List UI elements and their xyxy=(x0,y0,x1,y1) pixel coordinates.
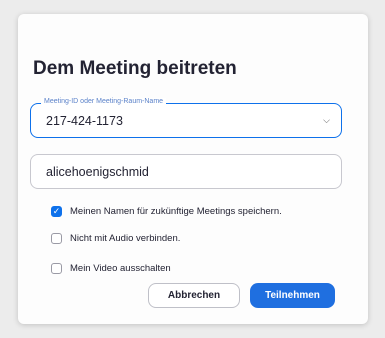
video-off-label: Mein Video ausschalten xyxy=(70,263,171,274)
cancel-button[interactable]: Abbrechen xyxy=(148,283,240,308)
no-audio-option[interactable]: Nicht mit Audio verbinden. xyxy=(51,233,180,244)
name-field[interactable]: alicehoenigschmid xyxy=(30,154,342,189)
remember-name-checkbox[interactable]: ✓ xyxy=(51,206,62,217)
name-value[interactable]: alicehoenigschmid xyxy=(46,165,149,179)
meeting-id-value[interactable]: 217-424-1173 xyxy=(46,114,123,128)
chevron-down-icon[interactable]: ⌵ xyxy=(323,115,330,125)
meeting-id-field-label: Meeting-ID oder Meeting-Raum-Name xyxy=(41,98,167,105)
meeting-id-field[interactable]: Meeting-ID oder Meeting-Raum-Name 217-42… xyxy=(30,98,342,138)
remember-name-option[interactable]: ✓ Meinen Namen für zukünftige Meetings s… xyxy=(51,206,282,217)
remember-name-label: Meinen Namen für zukünftige Meetings spe… xyxy=(70,206,282,217)
no-audio-label: Nicht mit Audio verbinden. xyxy=(70,233,181,244)
video-off-checkbox[interactable] xyxy=(51,263,62,274)
dialog-title: Dem Meeting beitreten xyxy=(33,58,237,79)
no-audio-checkbox[interactable] xyxy=(51,233,62,244)
video-off-option[interactable]: Mein Video ausschalten xyxy=(51,263,171,274)
join-button[interactable]: Teilnehmen xyxy=(250,283,335,308)
